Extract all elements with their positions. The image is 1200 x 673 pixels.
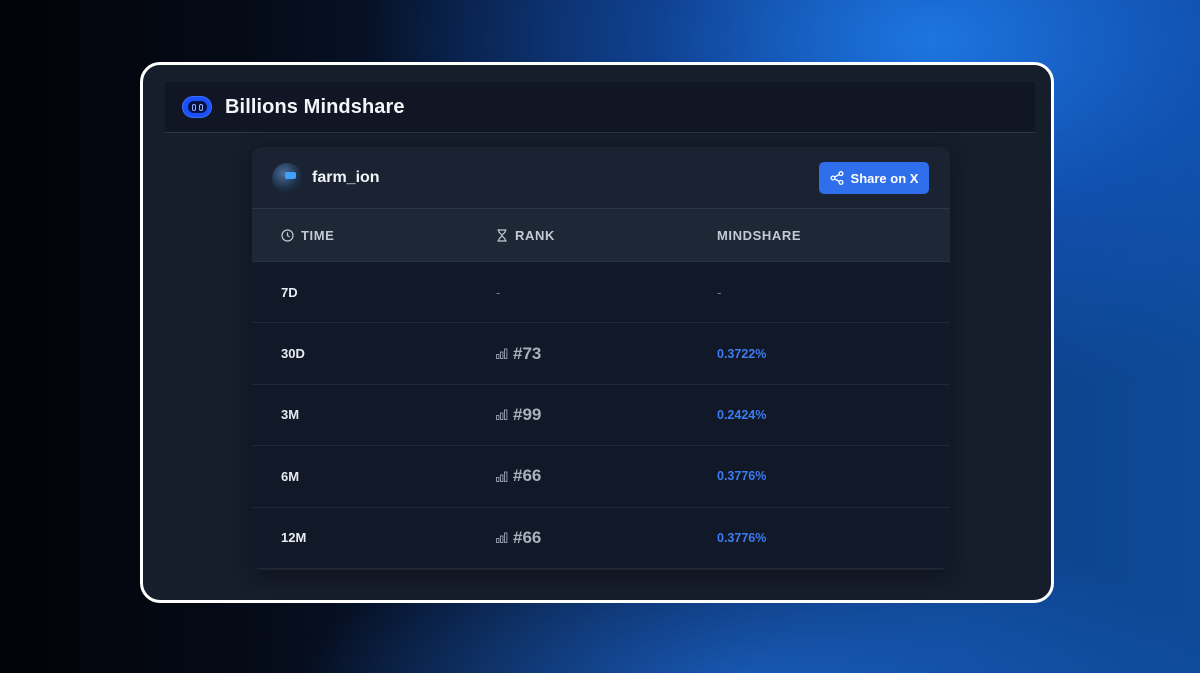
- mindshare-cell: -: [717, 284, 722, 300]
- rank-value: #99: [513, 404, 542, 424]
- bar-chart-icon: [496, 471, 508, 482]
- share-on-x-button[interactable]: Share on X: [819, 162, 929, 194]
- rank-column-header[interactable]: RANK: [496, 228, 555, 243]
- time-cell: 7D: [281, 284, 298, 300]
- mindshare-cell: 0.2424%: [717, 407, 767, 422]
- bar-chart-icon: [496, 532, 508, 544]
- profile-header: farm_ion Share on X: [252, 147, 950, 209]
- clock-icon: [281, 228, 294, 242]
- table-row: 12M #66 0.3776%: [252, 507, 950, 569]
- rank-value: #66: [513, 527, 542, 547]
- rank-cell: #66: [496, 466, 541, 486]
- avatar: [272, 162, 302, 193]
- rank-value: #73: [513, 343, 542, 363]
- table-header-row: TIME RANK MINDSHARE: [252, 209, 950, 262]
- table-row: 3M #99 0.2424%: [252, 384, 950, 447]
- hourglass-icon: [497, 228, 507, 242]
- mindshare-cell: 0.3776%: [717, 469, 767, 484]
- rank-cell: #66: [496, 528, 541, 548]
- mindshare-cell: 0.3776%: [717, 530, 767, 545]
- time-cell: 30D: [281, 346, 305, 362]
- time-column-header[interactable]: TIME: [281, 228, 334, 243]
- rank-value: #66: [513, 466, 542, 486]
- robot-eyes-logo-icon: [183, 97, 211, 117]
- table-row: 30D #73 0.3722%: [252, 323, 950, 385]
- mindshare-card: farm_ion Share on X TIME RANK MINDSHARE …: [252, 147, 950, 570]
- share-button-label: Share on X: [850, 170, 919, 186]
- app-header: Billions Mindshare: [165, 82, 1035, 133]
- mindshare-header-label: MINDSHARE: [717, 227, 802, 243]
- rank-cell: #99: [496, 405, 541, 425]
- time-cell: 6M: [281, 468, 300, 484]
- time-header-label: TIME: [301, 227, 335, 243]
- time-cell: 3M: [281, 407, 300, 423]
- time-cell: 12M: [281, 530, 307, 546]
- table-row: 7D - -: [252, 262, 950, 324]
- rank-cell: #73: [496, 344, 541, 364]
- mindshare-column-header[interactable]: MINDSHARE: [717, 228, 801, 243]
- rank-header-label: RANK: [515, 227, 555, 243]
- username: farm_ion: [312, 168, 380, 186]
- rank-cell: -: [496, 284, 501, 300]
- bar-chart-icon: [496, 348, 508, 360]
- table-row: 6M #66 0.3776%: [252, 446, 950, 508]
- bar-chart-icon: [496, 410, 508, 421]
- app-title: Billions Mindshare: [225, 95, 405, 118]
- app-window: Billions Mindshare farm_ion Share on X T…: [140, 62, 1054, 603]
- share-icon: [829, 171, 844, 185]
- mindshare-cell: 0.3722%: [717, 346, 767, 361]
